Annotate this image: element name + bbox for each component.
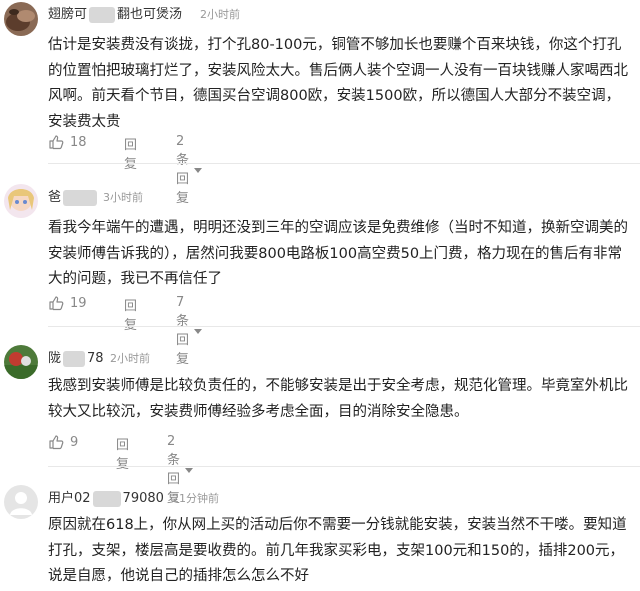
like-count: 19 [70, 295, 87, 311]
chevron-down-icon [185, 467, 193, 473]
comment-username[interactable]: 翅膀可 翻也可煲汤 [48, 3, 182, 23]
comment-text: 估计是安装费没有谈拢，打个孔80-100元，铜管不够加长也要赚个百来块钱，你这个… [48, 37, 628, 130]
avatar[interactable] [4, 184, 38, 218]
redacted-mark [63, 189, 98, 206]
comment-text: 原因就在618上，你从网上买的活动后你不需要一分钱就能安装，安装当然不干喽。要知… [48, 517, 627, 584]
like-count: 9 [70, 434, 79, 450]
chevron-down-icon [194, 167, 202, 173]
redacted-mark [92, 490, 121, 507]
avatar[interactable] [4, 2, 38, 36]
thumbs-up-icon [49, 296, 64, 311]
comment-time: 2小时前 [200, 8, 240, 21]
comment-time: 21分钟前 [172, 492, 219, 505]
comment-username[interactable]: 陇 78 [48, 347, 104, 367]
username-part[interactable]: 翻也可煲汤 [117, 7, 182, 22]
username-part[interactable]: 陇 [48, 351, 61, 366]
redacted-mark [89, 6, 116, 23]
reply-button[interactable]: 回复 [124, 295, 137, 333]
replies-count-label: 7条回复 [176, 295, 190, 367]
divider [48, 163, 640, 164]
username-part[interactable]: 爸 [48, 190, 61, 205]
username-part[interactable]: 79080 [123, 491, 164, 506]
username-part[interactable]: 用户02 [48, 491, 91, 506]
thumbs-up-icon [49, 135, 64, 150]
view-replies-button[interactable]: 2条回复 [176, 134, 202, 206]
comment-time: 2小时前 [110, 352, 150, 365]
comment-time: 3小时前 [103, 191, 143, 204]
chevron-down-icon [194, 328, 202, 334]
comment-username[interactable]: 爸 [48, 186, 99, 206]
replies-count-label: 2条回复 [176, 134, 190, 206]
view-replies-button[interactable]: 7条回复 [176, 295, 202, 367]
comment-text: 我感到安装师傅是比较负责任的，不能够安装是出于安全考虑，规范化管理。毕竟室外机比… [48, 378, 628, 420]
comment-username[interactable]: 用户02 79080 [48, 487, 164, 507]
reply-button[interactable]: 回复 [124, 134, 137, 172]
thumbs-up-icon [49, 435, 64, 450]
redacted-mark [63, 350, 86, 367]
default-avatar[interactable] [4, 485, 38, 519]
like-button[interactable]: 9 [48, 434, 78, 450]
like-button[interactable]: 18 [48, 134, 87, 150]
username-part[interactable]: 翅膀可 [48, 7, 87, 22]
divider [48, 466, 640, 467]
user-icon [10, 492, 32, 515]
like-count: 18 [70, 134, 87, 150]
like-button[interactable]: 19 [48, 295, 87, 311]
username-part[interactable]: 78 [87, 351, 104, 366]
divider [48, 326, 640, 327]
avatar[interactable] [4, 345, 38, 379]
comment-text: 看我今年端午的遭遇，明明还没到三年的空调应该是免费维修（当时不知道，换新空调美的… [48, 220, 628, 287]
